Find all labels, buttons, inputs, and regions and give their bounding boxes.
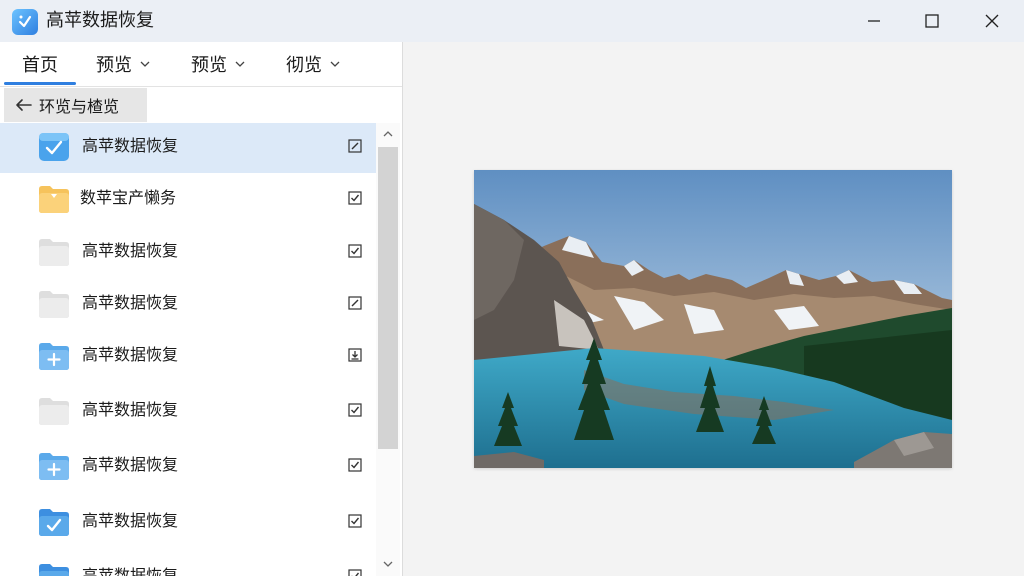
back-button[interactable]: 环览与楂览: [4, 88, 147, 122]
maximize-icon: [925, 14, 939, 28]
app-folder-icon: [39, 133, 69, 161]
gray-folder-icon: [39, 239, 69, 266]
list-item[interactable]: 高苹数据恢复: [0, 498, 376, 548]
gray-folder-icon: [39, 291, 69, 318]
list-scrollbar[interactable]: [376, 123, 400, 576]
close-button[interactable]: [962, 0, 1022, 42]
tab-label: 预览: [96, 55, 132, 76]
check-icon[interactable]: [348, 458, 362, 472]
scroll-up-button[interactable]: [381, 127, 395, 141]
tab-preview-2[interactable]: 预览: [191, 42, 245, 86]
yellow-folder-icon: [39, 186, 69, 213]
tab-home[interactable]: 首页: [22, 42, 58, 86]
blue-plus-folder-icon: [39, 343, 69, 370]
chevron-down-icon: [235, 61, 245, 67]
title-bar: 高苹数据恢复: [0, 0, 1024, 42]
tab-bar: 首页 预览 预览 彻览: [0, 42, 402, 87]
gray-folder-icon: [39, 398, 69, 425]
check-icon[interactable]: [348, 569, 362, 576]
app-title: 高苹数据恢复: [46, 10, 154, 31]
minimize-button[interactable]: [844, 0, 904, 42]
item-name: 高苹数据恢复: [82, 511, 179, 530]
scroll-down-button[interactable]: [381, 557, 395, 571]
tab-label: 首页: [22, 55, 58, 76]
item-name: 数苹宝产懒务: [80, 188, 177, 207]
edit-icon[interactable]: [348, 139, 362, 153]
preview-image: [474, 170, 952, 468]
tab-label: 预览: [191, 55, 227, 76]
scroll-thumb[interactable]: [378, 147, 398, 449]
item-name: 高苹数据恢复: [82, 566, 179, 576]
blue-plus-folder-icon: [39, 453, 69, 480]
back-label: 环览与楂览: [39, 97, 120, 116]
list-item[interactable]: 数苹宝产懒务: [0, 175, 376, 225]
tab-preview-1[interactable]: 预览: [96, 42, 150, 86]
app-folder-icon: [39, 564, 69, 576]
check-icon[interactable]: [348, 191, 362, 205]
edit-icon[interactable]: [348, 296, 362, 310]
preview-pane: [403, 42, 1024, 576]
app-folder-icon: [39, 509, 69, 536]
item-name: 高苹数据恢复: [82, 136, 179, 155]
item-name: 高苹数据恢复: [82, 293, 179, 312]
list-item[interactable]: 高苹数据恢复: [0, 228, 376, 278]
chevron-up-icon: [383, 131, 393, 137]
item-name: 高苹数据恢复: [82, 345, 179, 364]
item-name: 高苹数据恢复: [82, 455, 179, 474]
minimize-icon: [868, 20, 880, 22]
app-logo-icon: [12, 9, 38, 35]
file-list: 高苹数据恢复 数苹宝产懒务 高苹数据恢复 高苹数据恢复 高苹数据恢复 高苹数据恢…: [0, 123, 376, 576]
maximize-button[interactable]: [902, 0, 962, 42]
list-item[interactable]: 高苹数据恢复: [0, 387, 376, 437]
chevron-down-icon: [330, 61, 340, 67]
download-icon[interactable]: [348, 348, 362, 362]
check-icon[interactable]: [348, 244, 362, 258]
list-item[interactable]: 高苹数据恢复: [0, 442, 376, 492]
list-item[interactable]: 高苹数据恢复: [0, 280, 376, 330]
left-pane: 首页 预览 预览 彻览 环览与楂览 高苹数据恢复 数苹宝产懒务 高苹数据恢复 高…: [0, 42, 403, 576]
check-icon[interactable]: [348, 514, 362, 528]
item-name: 高苹数据恢复: [82, 241, 179, 260]
active-tab-indicator: [4, 82, 76, 85]
close-icon: [985, 14, 999, 28]
arrow-left-icon: [16, 99, 32, 111]
item-name: 高苹数据恢复: [82, 400, 179, 419]
list-item[interactable]: 高苹数据恢复: [0, 332, 376, 382]
list-item[interactable]: 高苹数据恢复: [0, 553, 376, 576]
tab-browse[interactable]: 彻览: [286, 42, 340, 86]
list-item[interactable]: 高苹数据恢复: [0, 123, 376, 173]
chevron-down-icon: [383, 561, 393, 567]
chevron-down-icon: [140, 61, 150, 67]
check-icon[interactable]: [348, 403, 362, 417]
tab-label: 彻览: [286, 55, 322, 76]
